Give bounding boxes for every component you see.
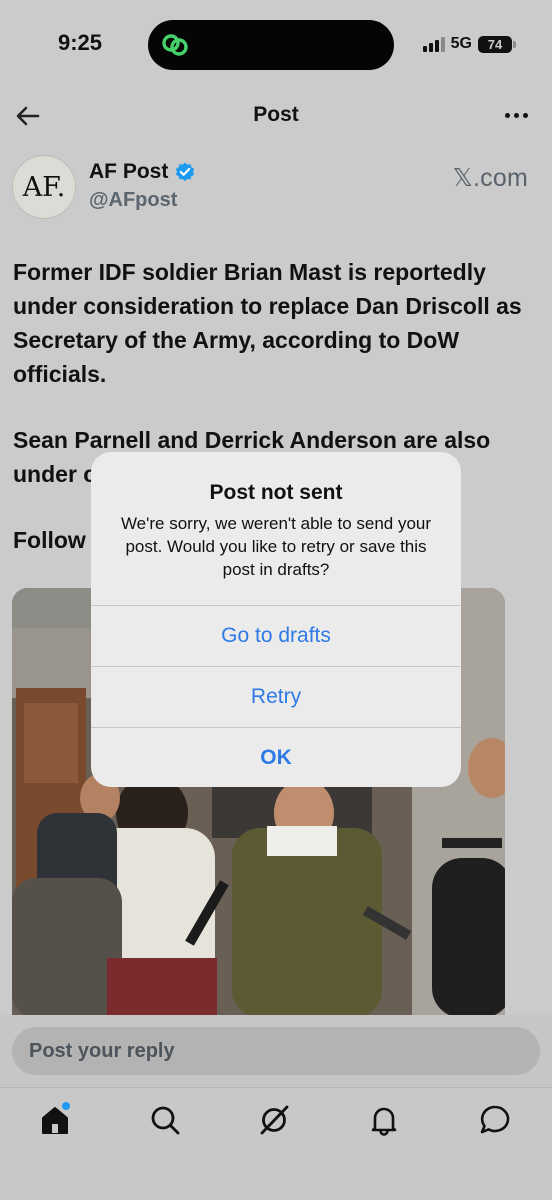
page-title: Post (253, 103, 299, 126)
status-indicators: 5G 74 (422, 35, 516, 53)
battery-icon: 74 (478, 35, 516, 53)
bell-icon (371, 1107, 397, 1136)
search-icon (151, 1106, 180, 1135)
dynamic-island (148, 20, 394, 70)
signal-icon (422, 36, 445, 52)
tab-grok[interactable] (256, 1102, 292, 1138)
tab-home[interactable] (37, 1102, 73, 1138)
retry-button[interactable]: Retry (91, 666, 461, 727)
tab-notifications[interactable] (366, 1102, 402, 1138)
go-to-drafts-button[interactable]: Go to drafts (91, 605, 461, 666)
post-screen: 9:25 5G 74 Post AF. AF Post @AFpost 𝕏.co… (0, 0, 552, 1200)
post-text-paragraph: Former IDF soldier Brian Mast is reporte… (13, 259, 522, 387)
author-name-label: AF Post (89, 160, 169, 183)
ok-button[interactable]: OK (91, 727, 461, 787)
tab-messages[interactable] (477, 1102, 513, 1138)
author-handle[interactable]: @AFpost (89, 189, 177, 212)
dialog-message: We're sorry, we weren't able to send you… (120, 514, 432, 579)
post-header: Post (0, 92, 552, 142)
reply-input[interactable]: Post your reply (12, 1027, 540, 1075)
author-name[interactable]: AF Post (89, 160, 196, 184)
grok-icon (260, 1105, 289, 1135)
tab-search[interactable] (147, 1102, 183, 1138)
reply-bar: Post your reply (0, 1015, 552, 1087)
status-time: 9:25 (58, 30, 103, 55)
avatar[interactable]: AF. (12, 155, 76, 219)
link-icon (162, 34, 188, 56)
network-label: 5G (450, 35, 472, 52)
dialog-title: Post not sent (209, 481, 343, 504)
more-options-icon[interactable] (505, 113, 528, 118)
verified-badge-icon (176, 162, 195, 182)
source-label: 𝕏.com (452, 164, 528, 192)
post-not-sent-dialog: Post not sent We're sorry, we weren't ab… (91, 452, 461, 787)
message-icon (480, 1105, 510, 1134)
notification-dot (62, 1102, 70, 1110)
status-bar: 9:25 5G 74 (0, 0, 552, 92)
bottom-tab-bar (0, 1087, 552, 1200)
